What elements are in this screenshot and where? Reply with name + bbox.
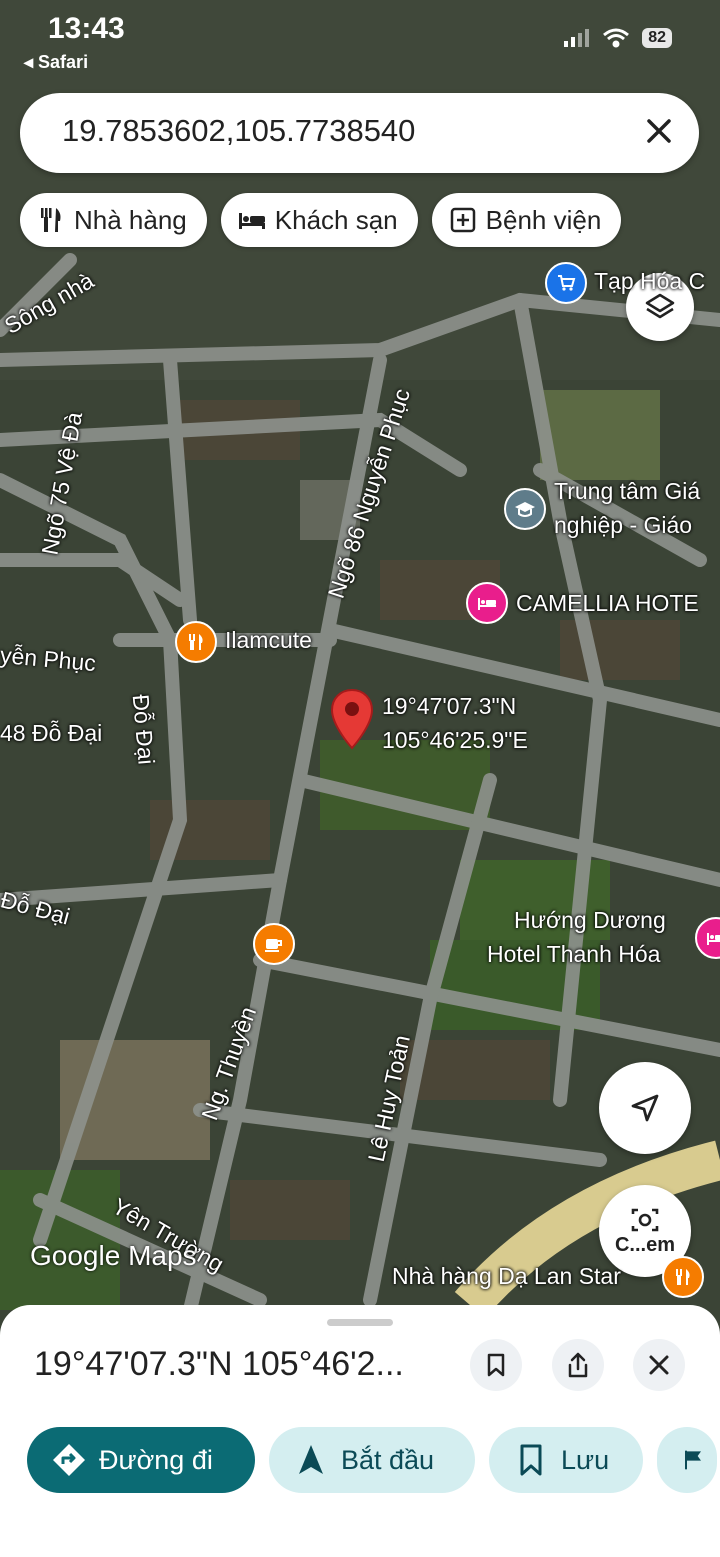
directions-icon — [53, 1444, 85, 1476]
restaurant-marker[interactable] — [662, 1256, 704, 1298]
cafe-marker[interactable] — [253, 923, 295, 965]
chip-restaurants[interactable]: Nhà hàng — [20, 193, 207, 247]
wifi-icon — [603, 28, 630, 48]
my-location-button[interactable] — [599, 1062, 691, 1154]
category-chips: Nhà hàng Khách sạn Bệnh viện — [20, 193, 622, 247]
drag-handle[interactable] — [327, 1319, 393, 1326]
bed-icon — [478, 598, 496, 610]
store-marker[interactable] — [545, 262, 587, 304]
poi-label-trung-tam-2: nghiệp - Giáo — [554, 512, 693, 538]
back-to-safari-link[interactable]: ◂ Safari — [24, 52, 88, 73]
place-bottom-sheet: 19°47'07.3"N 105°46'2... Đường đi Bắt đầ… — [0, 1305, 720, 1557]
graduation-cap-icon — [515, 502, 535, 517]
camera-lens-icon — [631, 1208, 659, 1231]
chip-label: Khách sạn — [274, 204, 398, 235]
signal-icon — [564, 29, 590, 47]
start-label: Bắt đầu — [341, 1444, 435, 1475]
directions-button[interactable]: Đường đi — [27, 1427, 255, 1493]
poi-label-huong-duong: Hướng Dương — [514, 907, 666, 933]
map-pin-icon[interactable] — [330, 688, 374, 750]
poi-label-camellia: CAMELLIA HOTE — [516, 590, 699, 616]
hospital-plus-icon — [450, 207, 475, 233]
status-time: 13:43 — [48, 12, 125, 45]
poi-label-ilamcute: Ilamcute — [225, 627, 312, 653]
pin-latitude-label: 19°47'07.3"N — [382, 693, 517, 719]
flag-icon — [685, 1450, 701, 1470]
save-label: Lưu — [561, 1444, 610, 1475]
coffee-cup-icon — [265, 939, 282, 952]
poi-label-huong-duong-2: Hotel Thanh Hóa — [487, 941, 661, 967]
fork-knife-icon — [41, 208, 61, 232]
battery-indicator: 82 — [642, 28, 672, 48]
close-sheet-button[interactable] — [633, 1339, 685, 1391]
search-bar[interactable]: 19.7853602,105.7738540 — [20, 93, 699, 173]
status-bar: 13:43 ◂ Safari 82 — [0, 0, 720, 80]
action-buttons: Đường đi Bắt đầu Lưu — [27, 1427, 717, 1493]
close-icon[interactable] — [643, 115, 675, 147]
save-button[interactable]: Lưu — [489, 1427, 643, 1493]
bed-icon — [238, 213, 265, 229]
school-marker[interactable] — [504, 488, 546, 530]
restaurant-marker[interactable] — [175, 621, 217, 663]
poi-label-tap-hoa: Tạp Hóa C — [594, 268, 706, 294]
bed-icon — [707, 933, 720, 945]
save-bookmark-button[interactable] — [470, 1339, 522, 1391]
poi-label-trung-tam: Trung tâm Giá — [554, 478, 701, 504]
camera-label: C...em — [614, 1233, 676, 1256]
google-maps-logo: Google Maps — [30, 1240, 197, 1271]
hotel-marker[interactable] — [466, 582, 508, 624]
location-arrow-icon — [631, 1094, 659, 1122]
close-icon — [649, 1355, 669, 1375]
navigation-arrow-icon — [299, 1445, 323, 1474]
chip-label: Nhà hàng — [74, 204, 187, 235]
label-flag-button[interactable] — [657, 1427, 717, 1493]
layers-icon — [645, 293, 675, 319]
chip-hospitals[interactable]: Bệnh viện — [431, 193, 622, 247]
street-label-48-do-dai: 48 Đỗ Đại — [0, 720, 103, 746]
fork-knife-icon — [676, 1269, 690, 1285]
search-query[interactable]: 19.7853602,105.7738540 — [62, 113, 415, 149]
shopping-cart-icon — [558, 275, 576, 291]
chip-label: Bệnh viện — [485, 204, 602, 235]
bookmark-icon — [487, 1353, 505, 1377]
bookmark-icon — [520, 1444, 542, 1476]
chip-hotels[interactable]: Khách sạn — [220, 193, 418, 247]
place-title: 19°47'07.3"N 105°46'2... — [34, 1345, 404, 1383]
fork-knife-icon — [189, 634, 203, 650]
pin-longitude-label: 105°46'25.9"E — [382, 727, 528, 753]
start-button[interactable]: Bắt đầu — [269, 1427, 475, 1493]
poi-label-da-lan: Nhà hàng Dạ Lan Star — [392, 1263, 621, 1289]
share-icon — [568, 1352, 588, 1378]
share-button[interactable] — [552, 1339, 604, 1391]
directions-label: Đường đi — [99, 1444, 213, 1475]
